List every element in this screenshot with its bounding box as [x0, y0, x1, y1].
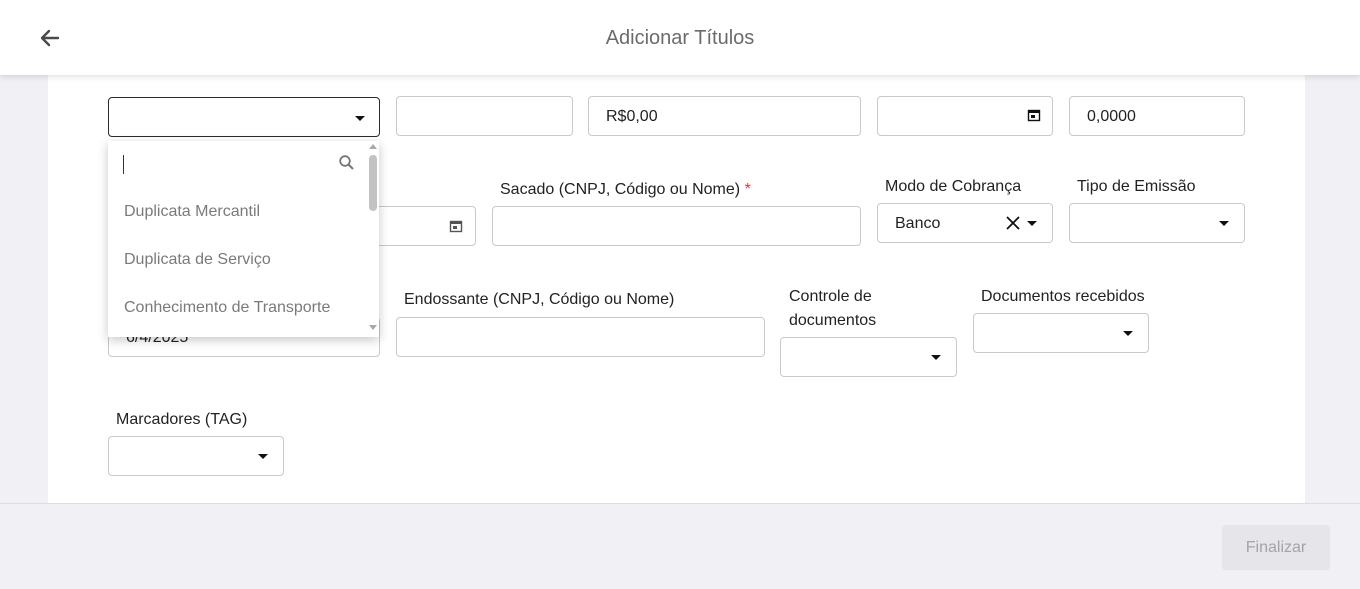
controle-documentos-select[interactable] — [780, 337, 957, 377]
tipo-emissao-select[interactable] — [1069, 203, 1245, 243]
tipo-titulo-select[interactable] — [108, 97, 380, 137]
dropdown-search-input[interactable] — [108, 141, 368, 187]
dropdown-option[interactable]: Conhecimento de Transporte — [124, 299, 330, 317]
modo-cobranca-select[interactable]: Banco — [877, 203, 1053, 243]
calendar-icon[interactable] — [1027, 108, 1041, 122]
scroll-up-icon[interactable] — [369, 144, 377, 149]
required-mark: * — [744, 181, 751, 198]
modo-cobranca-value: Banco — [895, 215, 941, 232]
modo-cobranca-label: Modo de Cobrança — [885, 178, 1022, 195]
page-title: Adicionar Títulos — [605, 27, 755, 49]
sacado-input[interactable] — [492, 206, 861, 246]
finalizar-button[interactable]: Finalizar — [1222, 525, 1330, 570]
endossante-input[interactable] — [396, 317, 765, 357]
marcadores-select[interactable] — [108, 436, 284, 476]
numero-titulo-input[interactable] — [396, 96, 573, 136]
controle-documentos-label: Controle de documentos — [789, 288, 877, 329]
footer-bar: Finalizar — [0, 503, 1360, 589]
scrollbar-thumb[interactable] — [369, 155, 377, 211]
documentos-recebidos-label: Documentos recebidos — [981, 288, 1145, 305]
taxa-input[interactable]: 0,0000 — [1069, 96, 1245, 136]
taxa-value: 0,0000 — [1087, 108, 1136, 125]
sacado-label: Sacado (CNPJ, Código ou Nome) * — [500, 181, 751, 198]
chevron-down-icon — [1219, 221, 1229, 226]
vencimento-date-input[interactable] — [877, 96, 1053, 136]
chevron-down-icon — [355, 116, 365, 121]
chevron-down-icon — [1027, 221, 1037, 226]
chevron-down-icon — [1123, 331, 1133, 336]
clear-icon[interactable] — [1005, 215, 1021, 231]
app-header: Adicionar Títulos — [0, 0, 1360, 75]
calendar-icon[interactable] — [449, 219, 463, 233]
scroll-down-icon[interactable] — [369, 325, 377, 330]
tipo-titulo-dropdown: Duplicata Mercantil Duplicata de Serviço… — [108, 141, 379, 337]
chevron-down-icon — [258, 454, 268, 459]
marcadores-label: Marcadores (TAG) — [116, 411, 248, 428]
endossante-label: Endossante (CNPJ, Código ou Nome) — [404, 291, 675, 308]
dropdown-scrollbar[interactable] — [367, 141, 379, 337]
dropdown-option[interactable]: Duplicata de Serviço — [124, 251, 271, 269]
documentos-recebidos-select[interactable] — [973, 313, 1149, 353]
tipo-emissao-label: Tipo de Emissão — [1077, 178, 1196, 195]
valor-value: R$0,00 — [606, 108, 658, 125]
valor-input[interactable]: R$0,00 — [588, 96, 861, 136]
dropdown-option[interactable]: Duplicata Mercantil — [124, 203, 260, 221]
search-icon — [339, 155, 354, 170]
chevron-down-icon — [931, 355, 941, 360]
text-cursor — [123, 155, 124, 174]
